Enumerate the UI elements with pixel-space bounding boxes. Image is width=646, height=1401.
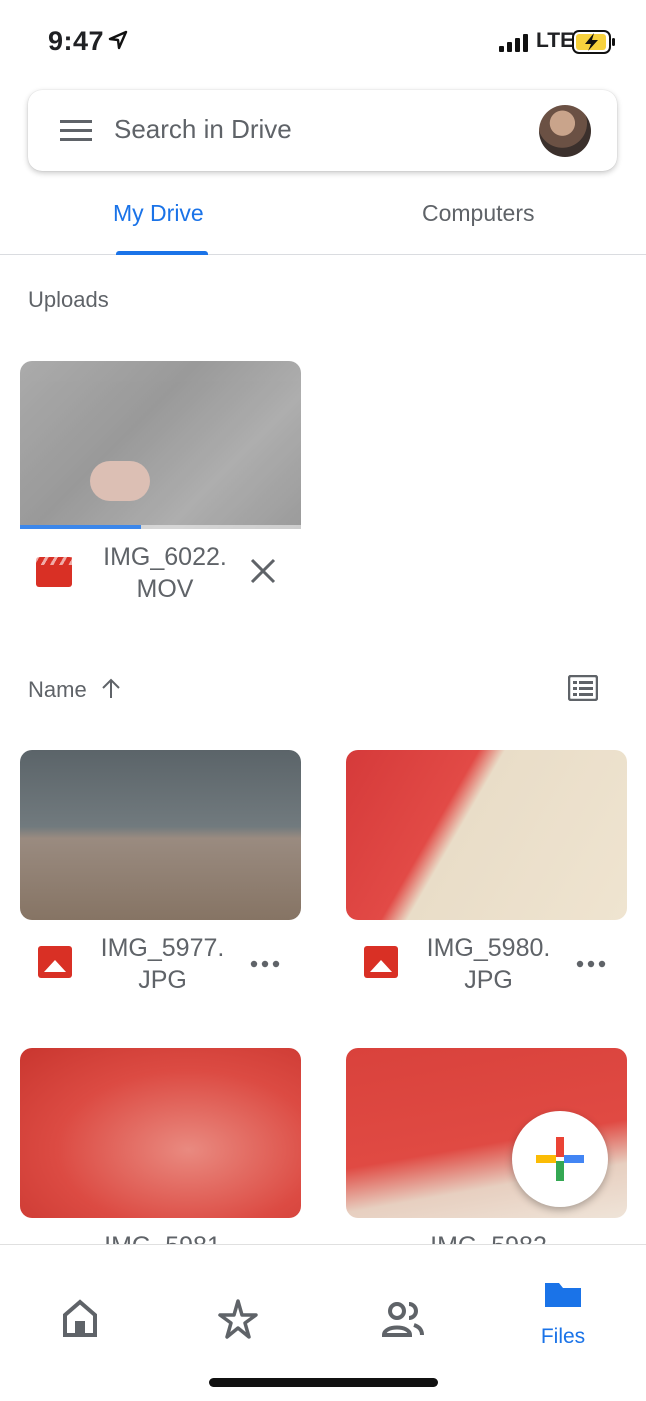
list-view-icon[interactable] — [568, 675, 598, 701]
network-type: LTE — [536, 29, 575, 52]
upload-progress-fill — [20, 525, 141, 529]
home-icon — [63, 1299, 97, 1337]
new-button[interactable] — [512, 1111, 608, 1207]
status-bar: 9:47 LTE — [0, 0, 646, 84]
nav-home[interactable] — [40, 1273, 120, 1353]
active-tab-indicator — [116, 251, 208, 255]
upload-file-name: IMG_6022. MOV — [103, 543, 227, 603]
nav-files[interactable]: Files — [523, 1273, 603, 1353]
plus-icon — [536, 1137, 584, 1181]
star-icon — [218, 1299, 258, 1339]
search-bar[interactable]: Search in Drive — [28, 90, 617, 171]
home-indicator — [209, 1378, 438, 1387]
nav-files-label: Files — [540, 1325, 586, 1348]
image-file-icon — [38, 946, 72, 978]
arrow-up-icon[interactable] — [100, 678, 122, 700]
file-name: IMG_5980. JPG — [426, 934, 551, 994]
shared-icon — [381, 1302, 424, 1337]
file-thumbnail[interactable] — [20, 750, 301, 920]
video-file-icon — [36, 557, 72, 587]
sort-by-name[interactable]: Name — [28, 677, 87, 703]
tab-bar: My Drive Computers — [0, 186, 646, 255]
avatar[interactable] — [539, 105, 591, 157]
file-thumbnail[interactable] — [20, 1048, 301, 1218]
file-thumbnail[interactable] — [346, 750, 627, 920]
signal-icon — [499, 34, 528, 52]
battery-charging-icon — [572, 30, 615, 54]
file-card[interactable]: IMG_5980. JPG — [346, 750, 627, 994]
upload-item[interactable]: IMG_6022. MOV — [20, 361, 301, 603]
tab-my-drive[interactable]: My Drive — [113, 200, 204, 227]
file-name: IMG_5977. JPG — [100, 934, 225, 994]
location-arrow-icon — [108, 30, 128, 50]
more-options-icon[interactable] — [576, 960, 606, 968]
upload-progress-bar — [20, 525, 301, 529]
nav-starred[interactable] — [198, 1273, 278, 1353]
tab-computers[interactable]: Computers — [422, 200, 534, 227]
file-card[interactable]: IMG_5981 — [20, 1048, 301, 1276]
uploads-heading: Uploads — [28, 287, 109, 312]
search-input[interactable]: Search in Drive — [114, 114, 292, 145]
thumbnail-image — [90, 461, 150, 501]
image-file-icon — [364, 946, 398, 978]
upload-thumbnail[interactable] — [20, 361, 301, 529]
more-options-icon[interactable] — [250, 960, 280, 968]
nav-shared[interactable] — [362, 1273, 442, 1353]
status-time: 9:47 — [48, 26, 105, 56]
file-card[interactable]: IMG_5977. JPG — [20, 750, 301, 994]
menu-icon[interactable] — [60, 120, 92, 142]
close-icon[interactable] — [248, 556, 278, 586]
